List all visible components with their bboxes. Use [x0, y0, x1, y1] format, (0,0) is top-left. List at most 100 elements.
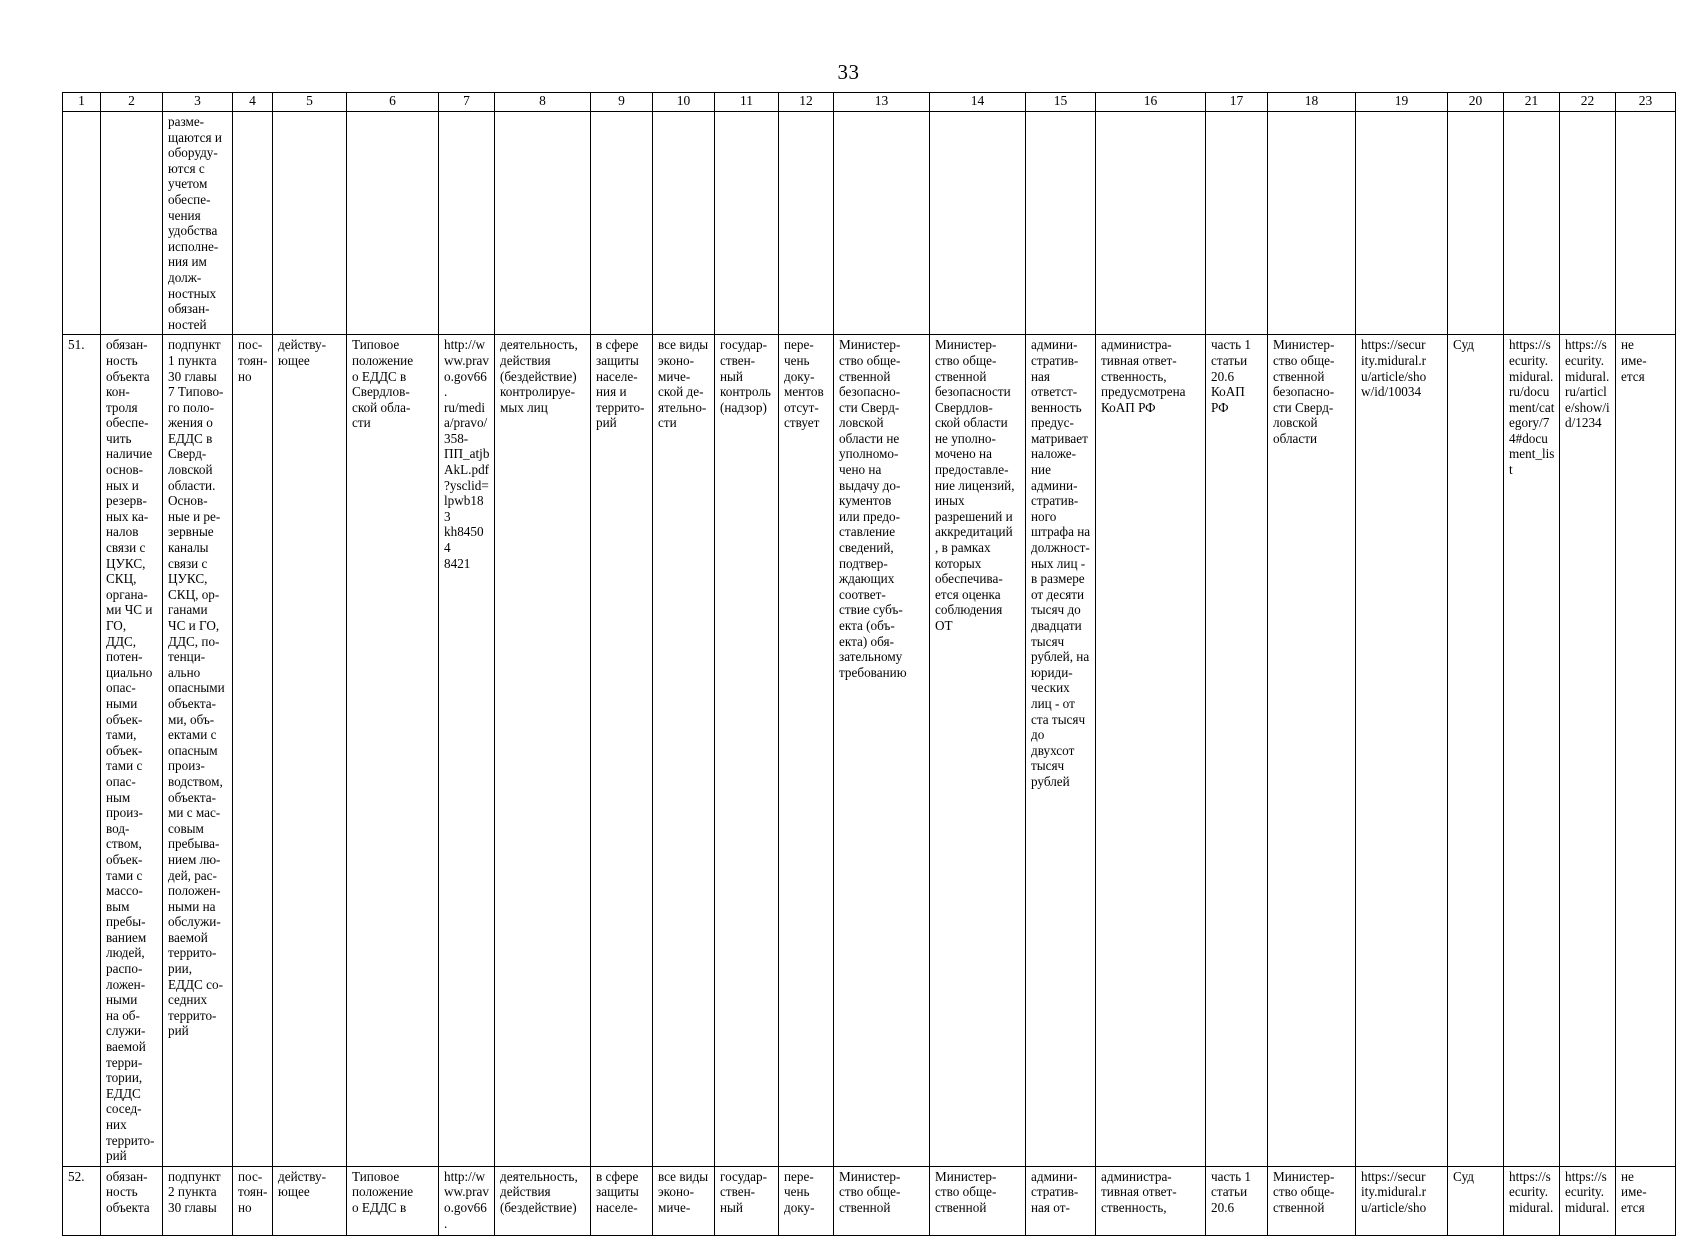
table-cell: админи- стратив- ная от- — [1025, 1165, 1096, 1236]
cell-text: действу- ющее — [278, 337, 326, 368]
document-page: 33 1 2 3 4 5 6 7 8 9 10 11 12 13 14 15 1… — [0, 0, 1697, 1236]
table-cell: Министер- ство обще- ственной — [833, 1165, 930, 1236]
table-cell: https://s ecurity. midural. ru/articl e/… — [1559, 334, 1616, 1167]
column-number-17: 17 — [1205, 92, 1268, 112]
cell-text: Министер- ство обще- ственной — [935, 1168, 997, 1215]
table-cell: пере- чень доку- ментов отсут- ствует — [778, 334, 834, 1167]
table-cell — [438, 110, 495, 336]
cell-text: https://secur ity.midural.r u/article/sh… — [1361, 337, 1427, 400]
table-cell: администра- тивная ответ- ственность, пр… — [1095, 334, 1206, 1167]
cell-text: Министер- ство обще- ственной — [1273, 1168, 1335, 1215]
cell-text: Министер- ство обще- ственной безопаснос… — [935, 337, 1015, 633]
table-cell: администра- тивная ответ- ственность, — [1095, 1165, 1206, 1236]
table-cell — [1095, 110, 1206, 336]
table-cell: Министер- ство обще- ственной — [1267, 1165, 1356, 1236]
cell-text: Суд — [1453, 337, 1474, 353]
cell-text: https://s ecurity. midural. ru/docu ment… — [1509, 337, 1555, 478]
table-cell — [929, 110, 1026, 336]
table-cell: подпункт 2 пункта 30 главы — [162, 1165, 233, 1236]
table-cell — [1615, 110, 1676, 336]
cell-text: Типовое положение о ЕДДС в — [352, 1168, 414, 1215]
table-cell: Типовое положение о ЕДДС в — [346, 1165, 439, 1236]
cell-text: Типовое положение о ЕДДС в Свердлов- ско… — [352, 337, 414, 431]
column-number-16: 16 — [1095, 92, 1206, 112]
table-cell: в сфере защиты населе- — [590, 1165, 653, 1236]
table-cell: https://secur ity.midural.r u/article/sh… — [1355, 1165, 1448, 1236]
column-number-12: 12 — [778, 92, 834, 112]
table-cell — [346, 110, 439, 336]
table-cell: обязан- ность объекта кон- троля обеспе-… — [100, 334, 163, 1167]
table-cell: разме- щаются и оборуду- ются с учетом о… — [162, 110, 233, 336]
table-cell: деятельность, действия (бездействие) кон… — [494, 334, 591, 1167]
table-cell — [1205, 110, 1268, 336]
column-number-7: 7 — [438, 92, 495, 112]
cell-text: администра- тивная ответ- ственность, пр… — [1101, 337, 1186, 415]
table-cell: обязан- ность объекта — [100, 1165, 163, 1236]
cell-text: деятельность, действия (бездействие) — [500, 1168, 578, 1215]
page-number: 33 — [837, 60, 860, 84]
table-cell: http://w ww.prav o.gov66. ru/medi a/prav… — [438, 334, 495, 1167]
column-number-8: 8 — [494, 92, 591, 112]
cell-text: админи- стратив- ная от- — [1031, 1168, 1079, 1215]
table-cell: Министер- ство обще- ственной безопаснос… — [929, 334, 1026, 1167]
cell-text: не име- ется — [1621, 337, 1647, 384]
table-cell — [833, 110, 930, 336]
table-cell: все виды эконо- миче- ской де- ятельно- … — [652, 334, 715, 1167]
table-cell: государ- ствен- ный — [714, 1165, 779, 1236]
cell-text: Суд — [1453, 1168, 1474, 1184]
table-cell — [778, 110, 834, 336]
table-cell: не име- ется — [1615, 334, 1676, 1167]
table-cell — [1025, 110, 1096, 336]
cell-text: подпункт 2 пункта 30 главы — [168, 1168, 221, 1215]
column-number-11: 11 — [714, 92, 779, 112]
table-row: 51. обязан- ность объекта кон- троля обе… — [62, 334, 1676, 1167]
cell-text: 52. — [68, 1168, 85, 1184]
cell-text: https://s ecurity. midural. — [1565, 1168, 1610, 1215]
table-cell — [590, 110, 653, 336]
table-cell — [100, 110, 163, 336]
cell-text: часть 1 статьи 20.6 КоАП РФ — [1211, 337, 1252, 415]
table-cell: действу- ющее — [272, 1165, 347, 1236]
table-cell — [1355, 110, 1448, 336]
cell-text: Министер- ство обще- ственной безопасно-… — [1273, 337, 1335, 446]
cell-text: пере- чень доку- — [784, 1168, 815, 1215]
table-cell — [652, 110, 715, 336]
cell-text: пос- тоян- но — [238, 1168, 268, 1215]
table-cell: админи- стратив- ная ответст- венность п… — [1025, 334, 1096, 1167]
column-number-21: 21 — [1503, 92, 1560, 112]
column-number-15: 15 — [1025, 92, 1096, 112]
table-cell — [494, 110, 591, 336]
table-cell: не име- ется — [1615, 1165, 1676, 1236]
table-cell — [272, 110, 347, 336]
column-number-20: 20 — [1447, 92, 1504, 112]
column-number-2: 2 — [100, 92, 163, 112]
cell-text: обязан- ность объекта — [106, 1168, 150, 1215]
cell-text: https://s ecurity. midural. ru/articl e/… — [1565, 337, 1610, 431]
cell-text: Министер- ство обще- ственной безопасно-… — [839, 337, 907, 680]
cell-text: администра- тивная ответ- ственность, — [1101, 1168, 1177, 1215]
cell-text: Министер- ство обще- ственной — [839, 1168, 901, 1215]
table-cell — [1503, 110, 1560, 336]
column-number-10: 10 — [652, 92, 715, 112]
column-number-5: 5 — [272, 92, 347, 112]
table-cell: 51. — [62, 334, 101, 1167]
table-container: 1 2 3 4 5 6 7 8 9 10 11 12 13 14 15 16 1 — [62, 92, 1676, 1236]
table-cell: Суд — [1447, 1165, 1504, 1236]
cell-text: в сфере защиты населе- ния и террито- ри… — [596, 337, 645, 431]
table-cell: 52. — [62, 1165, 101, 1236]
column-number-14: 14 — [929, 92, 1026, 112]
table-cell: государ- ствен- ный контроль (надзор) — [714, 334, 779, 1167]
cell-text: все виды эконо- миче- — [658, 1168, 709, 1215]
cell-text: пос- тоян- но — [238, 337, 268, 384]
column-number-13: 13 — [833, 92, 930, 112]
cell-text: действу- ющее — [278, 1168, 326, 1200]
table-cell: http://w ww.prav o.gov66. — [438, 1165, 495, 1236]
table-cell: Суд — [1447, 334, 1504, 1167]
column-number-9: 9 — [590, 92, 653, 112]
cell-text: государ- ствен- ный — [720, 1168, 767, 1215]
table-cell: пере- чень доку- — [778, 1165, 834, 1236]
cell-text: разме- щаются и оборуду- ются с учетом о… — [168, 114, 222, 332]
cell-text: в сфере защиты населе- — [596, 1168, 639, 1215]
cell-text: админи- стратив- ная ответст- венность п… — [1031, 337, 1091, 789]
requirements-table: 1 2 3 4 5 6 7 8 9 10 11 12 13 14 15 16 1 — [62, 92, 1676, 1236]
